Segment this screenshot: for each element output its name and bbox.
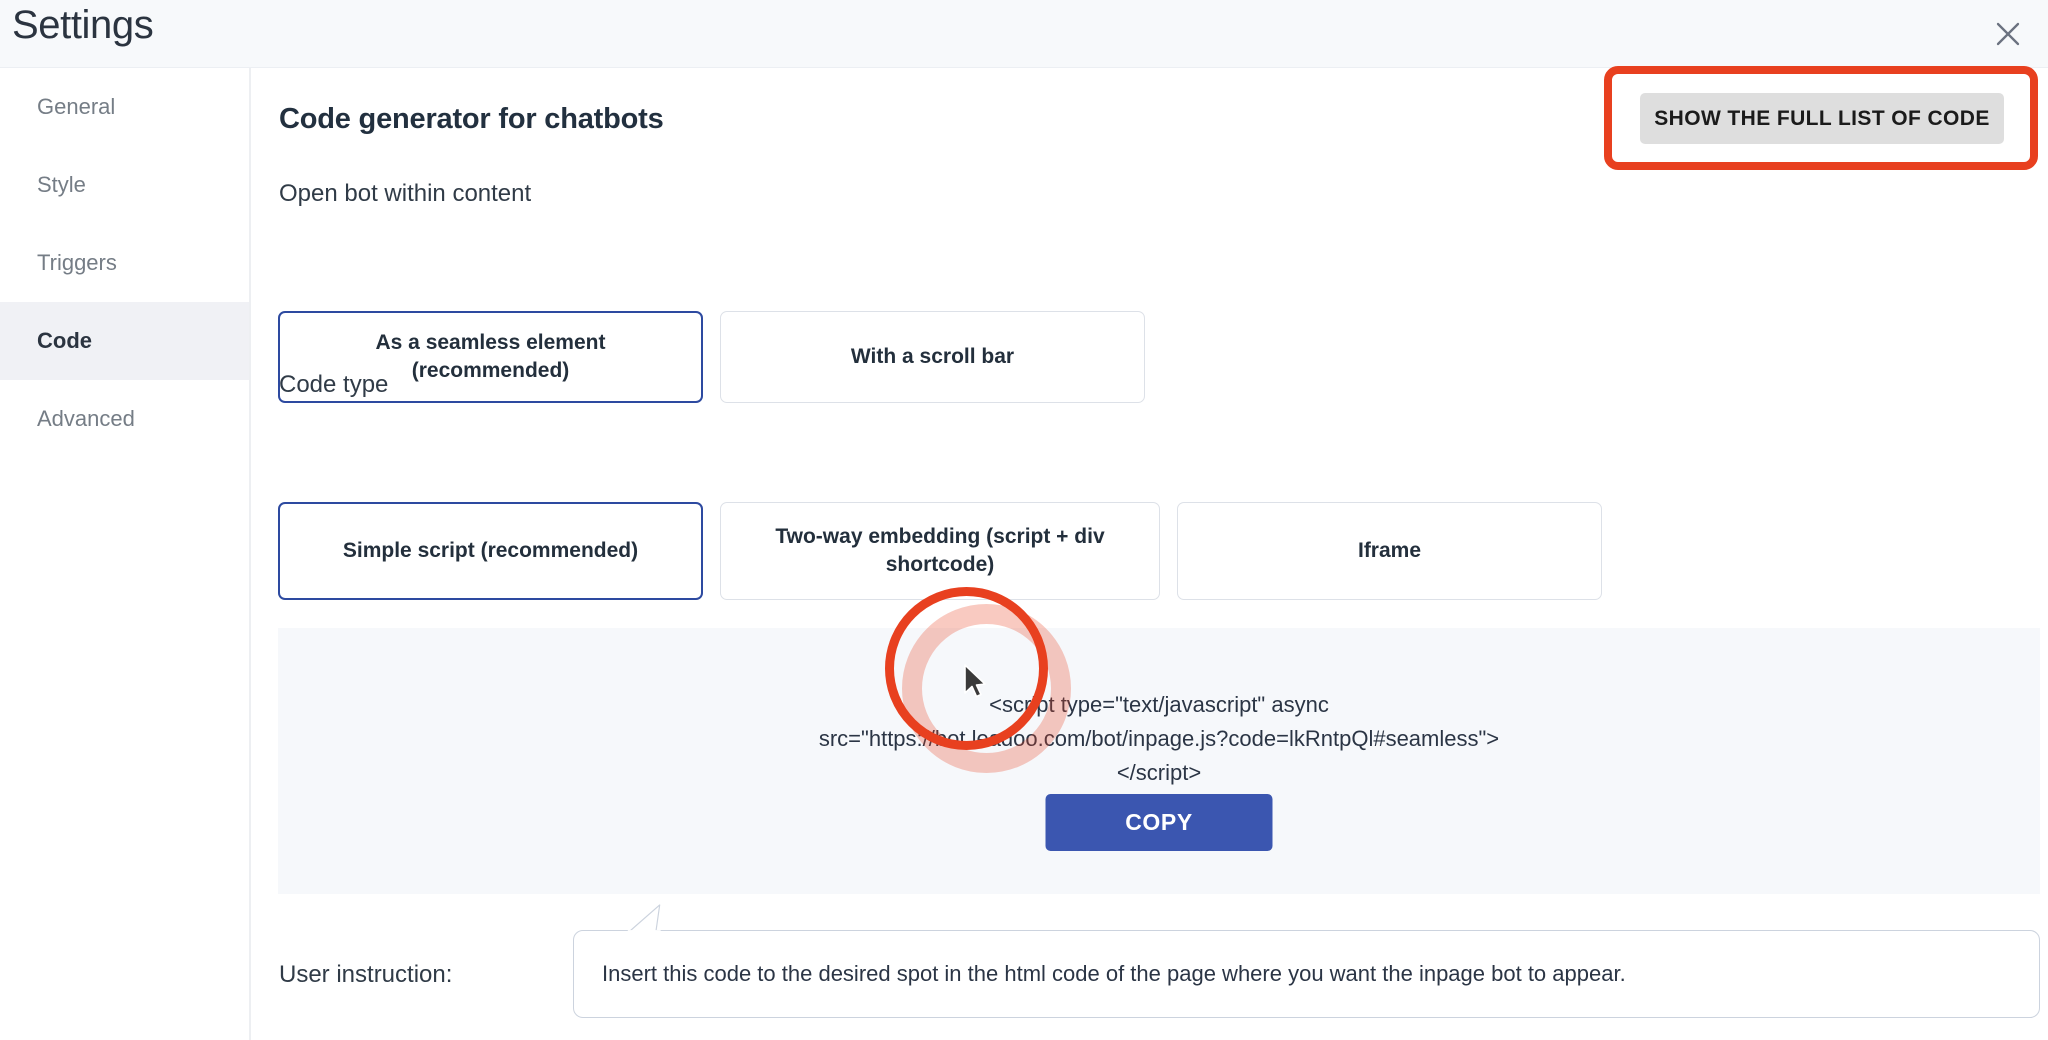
close-icon[interactable] xyxy=(1982,8,2034,60)
generated-code-snippet[interactable]: <script type="text/javascript" async src… xyxy=(809,688,1509,790)
sidebar-item-label: General xyxy=(37,94,116,119)
sidebar-item-label: Code xyxy=(37,328,92,353)
sidebar-item-triggers[interactable]: Triggers xyxy=(0,224,249,302)
option-two-way-embedding[interactable]: Two-way embedding (script + div shortcod… xyxy=(720,502,1160,600)
sidebar-item-label: Advanced xyxy=(37,406,135,431)
sidebar-item-advanced[interactable]: Advanced xyxy=(0,380,249,458)
option-label: Two-way embedding (script + div shortcod… xyxy=(775,524,1105,576)
code-type-option-group: Simple script (recommended) Two-way embe… xyxy=(278,502,1602,600)
bubble-tail-icon xyxy=(627,904,661,935)
generated-code-panel: <script type="text/javascript" async src… xyxy=(278,628,2040,894)
option-label: With a scroll bar xyxy=(850,344,1015,368)
sidebar-item-label: Triggers xyxy=(37,250,117,275)
settings-dialog: Settings General Style Triggers Code Adv… xyxy=(0,0,2048,1040)
option-iframe[interactable]: Iframe xyxy=(1177,502,1602,600)
option-simple-script[interactable]: Simple script (recommended) xyxy=(278,502,703,600)
open-bot-option-group: As a seamless element (recommended) With… xyxy=(278,311,1145,403)
copy-button[interactable]: COPY xyxy=(1045,794,1273,851)
dialog-title: Settings xyxy=(12,3,154,47)
user-instruction-label: User instruction: xyxy=(279,961,453,988)
open-bot-section-label: Open bot within content xyxy=(279,180,532,207)
code-type-section-label: Code type xyxy=(279,371,389,398)
show-full-list-of-code-button[interactable]: SHOW THE FULL LIST OF CODE xyxy=(1640,93,2004,144)
sidebar-item-code[interactable]: Code xyxy=(0,302,249,380)
option-label: Simple script (recommended) xyxy=(342,538,639,562)
sidebar-item-label: Style xyxy=(37,172,86,197)
option-label: Iframe xyxy=(1357,538,1422,562)
user-instruction-bubble: Insert this code to the desired spot in … xyxy=(573,904,2040,1018)
dialog-header: Settings xyxy=(0,0,2048,68)
settings-main-panel: Code generator for chatbots Open bot wit… xyxy=(253,68,2048,1040)
option-with-scroll-bar[interactable]: With a scroll bar xyxy=(720,311,1145,403)
sidebar-item-style[interactable]: Style xyxy=(0,146,249,224)
settings-sidebar: General Style Triggers Code Advanced xyxy=(0,68,251,1040)
user-instruction-text: Insert this code to the desired spot in … xyxy=(602,961,1626,986)
sidebar-item-general[interactable]: General xyxy=(0,68,249,146)
page-title: Code generator for chatbots xyxy=(279,103,664,135)
